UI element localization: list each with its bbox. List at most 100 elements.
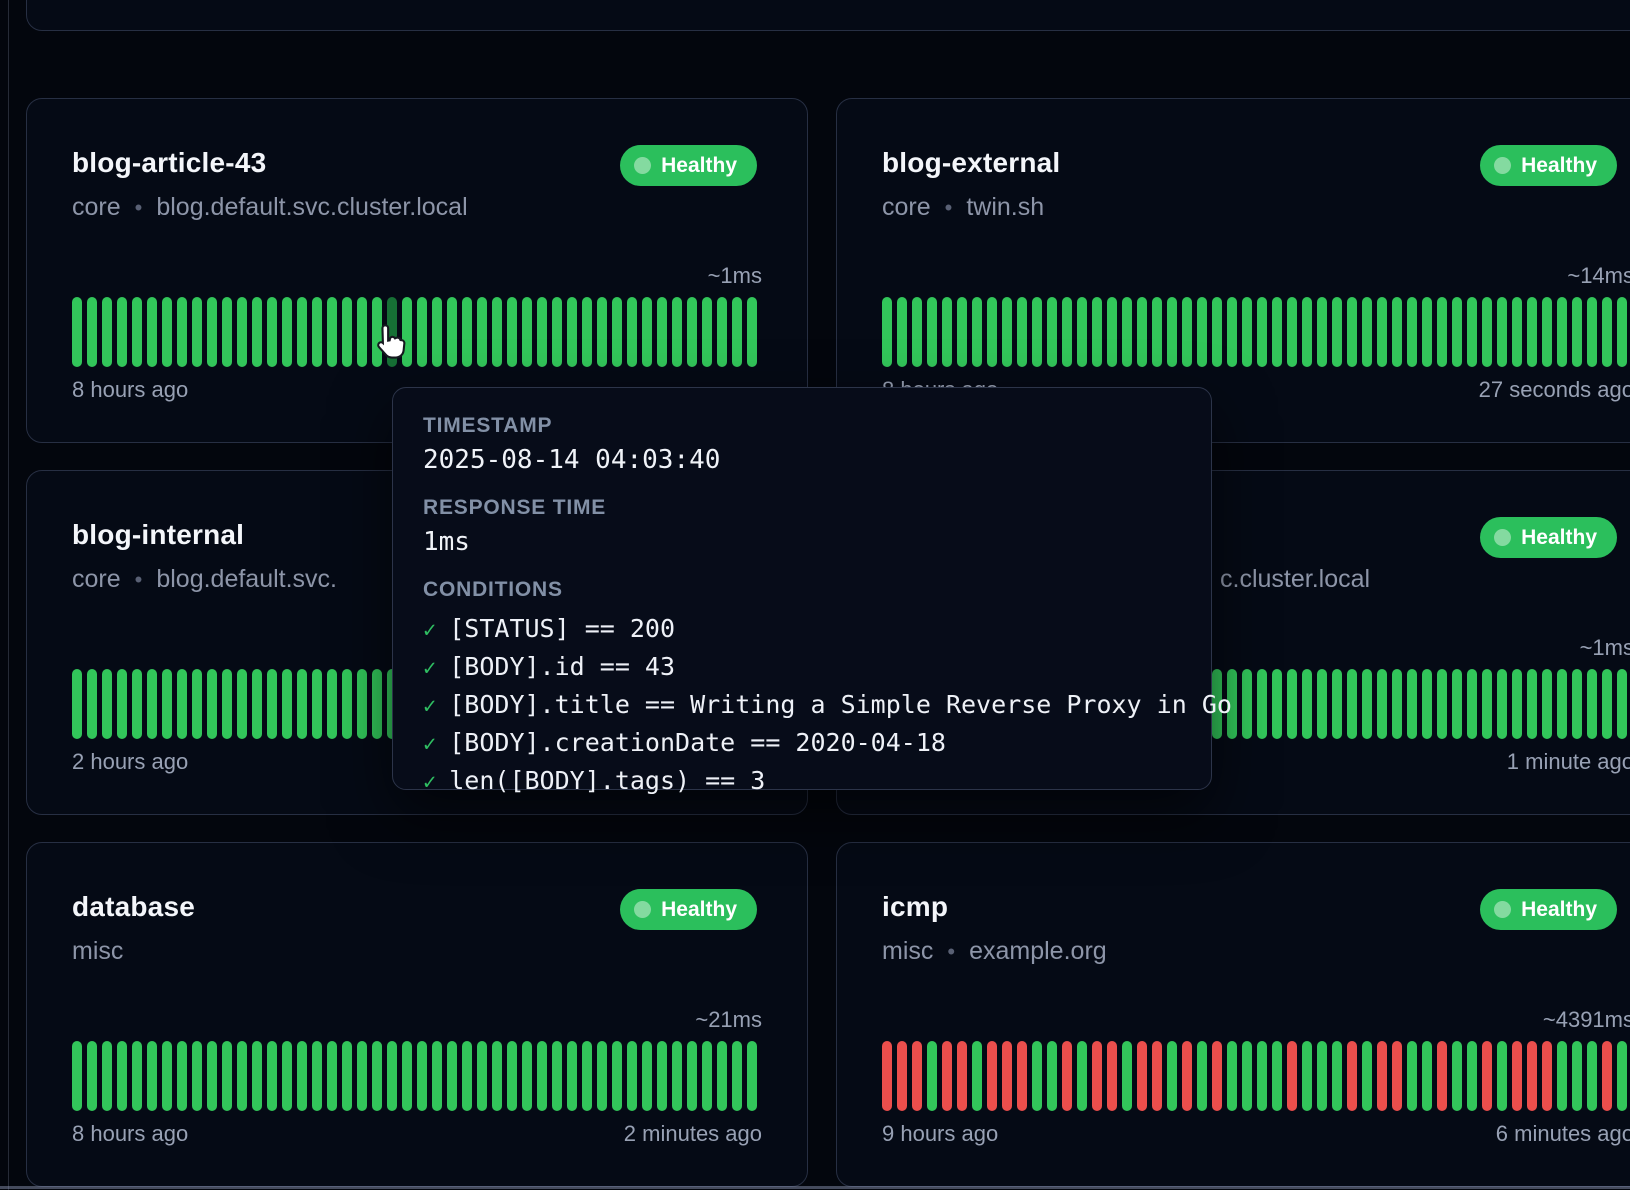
history-bar[interactable] bbox=[1407, 297, 1417, 367]
history-bar[interactable] bbox=[1017, 297, 1027, 367]
history-bar[interactable] bbox=[447, 1041, 457, 1111]
history-bar[interactable] bbox=[1317, 669, 1327, 739]
history-bar[interactable] bbox=[612, 297, 622, 367]
history-bar[interactable] bbox=[1557, 669, 1567, 739]
history-bar[interactable] bbox=[72, 1041, 82, 1111]
history-bar[interactable] bbox=[1107, 1041, 1117, 1111]
history-bar[interactable] bbox=[522, 297, 532, 367]
history-bar[interactable] bbox=[117, 1041, 127, 1111]
history-bar[interactable] bbox=[1077, 297, 1087, 367]
history-bar[interactable] bbox=[942, 1041, 952, 1111]
history-bar[interactable] bbox=[462, 1041, 472, 1111]
history-bar[interactable] bbox=[1392, 1041, 1402, 1111]
history-bar[interactable] bbox=[1032, 1041, 1042, 1111]
history-bar[interactable] bbox=[1467, 669, 1477, 739]
history-bar[interactable] bbox=[1482, 1041, 1492, 1111]
history-bar[interactable] bbox=[1422, 297, 1432, 367]
history-bar[interactable] bbox=[162, 297, 172, 367]
history-bar[interactable] bbox=[102, 297, 112, 367]
history-bar[interactable] bbox=[1167, 297, 1177, 367]
history-bar[interactable] bbox=[1452, 1041, 1462, 1111]
history-bar[interactable] bbox=[342, 1041, 352, 1111]
history-bar[interactable] bbox=[1242, 297, 1252, 367]
history-bar[interactable] bbox=[1497, 1041, 1507, 1111]
history-bar[interactable] bbox=[1077, 1041, 1087, 1111]
history-bar[interactable] bbox=[1272, 669, 1282, 739]
history-bar[interactable] bbox=[567, 297, 577, 367]
history-bar[interactable] bbox=[1362, 669, 1372, 739]
history-bar[interactable] bbox=[1617, 297, 1627, 367]
history-bar[interactable] bbox=[1122, 1041, 1132, 1111]
history-bar[interactable] bbox=[1512, 1041, 1522, 1111]
history-bar[interactable] bbox=[147, 297, 157, 367]
history-bar[interactable] bbox=[1272, 1041, 1282, 1111]
history-bar[interactable] bbox=[1602, 297, 1612, 367]
history-bar[interactable] bbox=[237, 669, 247, 739]
history-bar[interactable] bbox=[897, 1041, 907, 1111]
history-bar[interactable] bbox=[192, 669, 202, 739]
history-bar[interactable] bbox=[1302, 1041, 1312, 1111]
history-bar[interactable] bbox=[687, 1041, 697, 1111]
history-bar[interactable] bbox=[297, 669, 307, 739]
history-bar[interactable] bbox=[1377, 297, 1387, 367]
history-bar[interactable] bbox=[117, 297, 127, 367]
history-bar[interactable] bbox=[177, 1041, 187, 1111]
history-bar[interactable] bbox=[1047, 1041, 1057, 1111]
history-bar[interactable] bbox=[252, 1041, 262, 1111]
history-bar[interactable] bbox=[1587, 297, 1597, 367]
history-bar[interactable] bbox=[162, 669, 172, 739]
history-bar[interactable] bbox=[642, 1041, 652, 1111]
history-bar[interactable] bbox=[432, 1041, 442, 1111]
history-bar[interactable] bbox=[207, 669, 217, 739]
history-bar[interactable] bbox=[132, 1041, 142, 1111]
history-bar[interactable] bbox=[597, 297, 607, 367]
history-bar[interactable] bbox=[282, 669, 292, 739]
partial-card-above[interactable] bbox=[26, 0, 1630, 31]
history-bar[interactable] bbox=[372, 1041, 382, 1111]
history-bar[interactable] bbox=[1587, 1041, 1597, 1111]
history-bar[interactable] bbox=[1197, 1041, 1207, 1111]
history-bar[interactable] bbox=[732, 297, 742, 367]
history-bar[interactable] bbox=[957, 1041, 967, 1111]
history-bar[interactable] bbox=[417, 1041, 427, 1111]
history-bar[interactable] bbox=[492, 1041, 502, 1111]
history-bar[interactable] bbox=[972, 1041, 982, 1111]
history-bar[interactable] bbox=[267, 1041, 277, 1111]
history-bar[interactable] bbox=[387, 1041, 397, 1111]
history-bar[interactable] bbox=[117, 669, 127, 739]
history-bar[interactable] bbox=[312, 297, 322, 367]
history-bar[interactable] bbox=[1527, 1041, 1537, 1111]
history-bar[interactable] bbox=[567, 1041, 577, 1111]
history-bar[interactable] bbox=[1392, 297, 1402, 367]
history-bar[interactable] bbox=[1302, 297, 1312, 367]
history-bar[interactable] bbox=[357, 669, 367, 739]
history-bar[interactable] bbox=[132, 297, 142, 367]
history-bar[interactable] bbox=[642, 297, 652, 367]
history-bar[interactable] bbox=[1242, 1041, 1252, 1111]
history-bar[interactable] bbox=[507, 1041, 517, 1111]
history-bar[interactable] bbox=[222, 297, 232, 367]
history-bar[interactable] bbox=[1572, 297, 1582, 367]
history-bar[interactable] bbox=[342, 297, 352, 367]
history-bar[interactable] bbox=[1257, 669, 1267, 739]
history-bar[interactable] bbox=[1482, 297, 1492, 367]
history-bar[interactable] bbox=[627, 297, 637, 367]
history-bar[interactable] bbox=[297, 1041, 307, 1111]
history-bar[interactable] bbox=[177, 669, 187, 739]
history-bar[interactable] bbox=[1257, 297, 1267, 367]
history-bar[interactable] bbox=[1317, 297, 1327, 367]
history-bar[interactable] bbox=[1242, 669, 1252, 739]
history-bar[interactable] bbox=[1152, 297, 1162, 367]
history-bar[interactable] bbox=[522, 1041, 532, 1111]
history-bar[interactable] bbox=[1062, 297, 1072, 367]
history-bar[interactable] bbox=[1527, 297, 1537, 367]
history-bar[interactable] bbox=[882, 297, 892, 367]
history-bar[interactable] bbox=[1332, 669, 1342, 739]
history-bar[interactable] bbox=[942, 297, 952, 367]
history-bar[interactable] bbox=[582, 1041, 592, 1111]
history-bar[interactable] bbox=[1362, 297, 1372, 367]
history-bar[interactable] bbox=[927, 1041, 937, 1111]
history-bar[interactable] bbox=[102, 1041, 112, 1111]
history-bar[interactable] bbox=[432, 297, 442, 367]
history-bar[interactable] bbox=[1272, 297, 1282, 367]
